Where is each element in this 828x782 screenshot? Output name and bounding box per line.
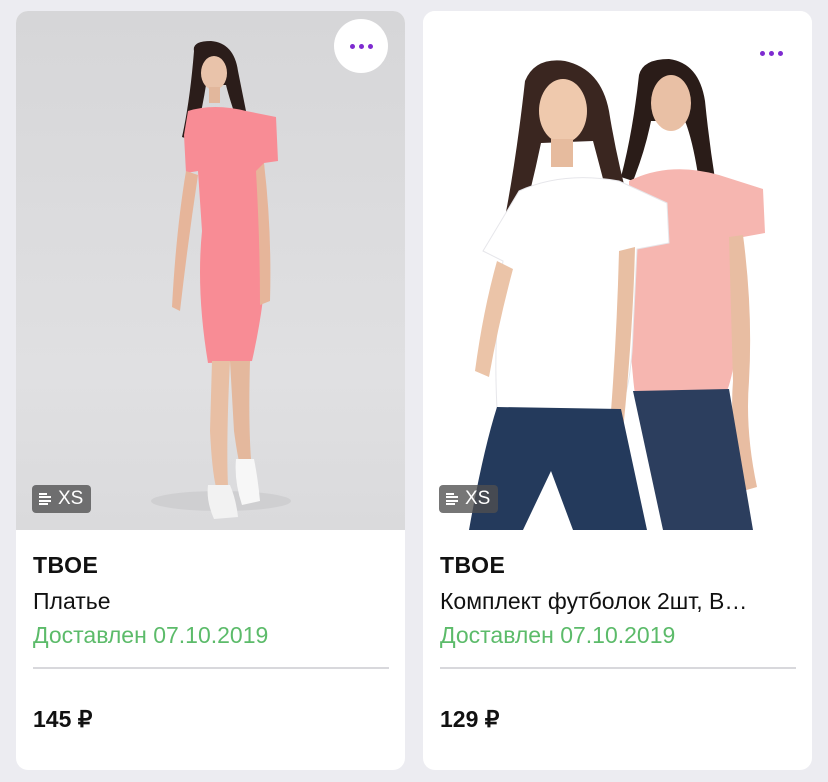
product-card[interactable]: XS ТВОЕ Платье Доставлен 07.10.2019 145 … [16,11,405,770]
more-dots-icon-dot [358,43,364,49]
more-options-button[interactable] [334,19,388,73]
size-label: XS [58,488,84,509]
more-dots-icon-dot [768,50,774,56]
dress-photo [151,41,291,519]
product-card[interactable]: XS ТВОЕ Комплект футболок 2шт, В… Достав… [423,11,812,770]
more-dots-icon-dot [367,43,373,49]
product-image[interactable]: XS [423,11,812,530]
product-title[interactable]: Платье [33,588,393,615]
brand-name: ТВОЕ [440,552,506,578]
product-image[interactable]: XS [16,11,405,530]
size-chart-icon [39,492,51,507]
divider [440,667,796,669]
more-dots-icon [759,50,765,56]
size-badge: XS [439,485,499,513]
more-dots-icon [349,43,355,49]
product-price: 145 ₽ [33,706,93,732]
product-title[interactable]: Комплект футболок 2шт, В… [440,588,800,615]
more-options-button[interactable] [744,26,798,80]
divider [33,667,389,669]
delivery-status: Доставлен 07.10.2019 [33,622,269,648]
tshirts-photo [469,59,765,530]
brand-name: ТВОЕ [33,552,99,578]
more-dots-icon-dot [777,50,783,56]
product-price: 129 ₽ [440,706,500,732]
size-badge: XS [32,485,92,513]
size-chart-icon [446,492,458,507]
size-label: XS [465,488,491,509]
delivery-status: Доставлен 07.10.2019 [440,622,676,648]
